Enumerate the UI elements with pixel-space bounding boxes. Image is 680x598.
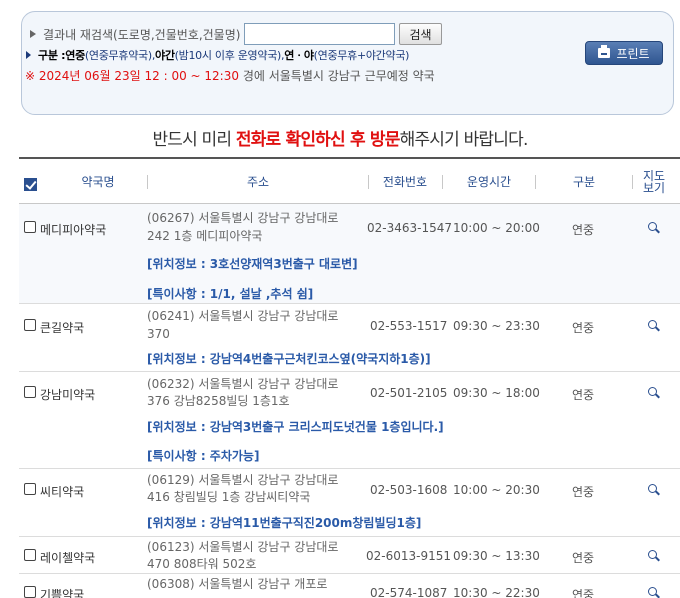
legend-yeon-ya: 연ㆍ야 bbox=[284, 49, 314, 62]
header-hours: 운영시간 bbox=[466, 174, 512, 189]
location-info: [위치정보 : 3호선양재역3번출구 대로변] bbox=[147, 257, 358, 271]
row-checkbox[interactable] bbox=[24, 319, 36, 331]
address-line2: 370 bbox=[147, 327, 170, 341]
header-map-line1: 지도 bbox=[642, 168, 666, 183]
datetime-line: ※ 2024년 06월 23일 12 : 00 ~ 12:30 경에 서울특별시… bbox=[25, 67, 435, 84]
search-button[interactable]: 검색 bbox=[399, 23, 442, 45]
header-type: 구분 bbox=[572, 174, 596, 189]
pharmacy-type: 연중 bbox=[572, 388, 595, 402]
phone: 02-553-1517 bbox=[370, 319, 448, 333]
phone: 02-574-1087 bbox=[370, 586, 448, 598]
pharmacy-type: 연중 bbox=[572, 223, 595, 237]
hours: 10:30 ~ 22:30 bbox=[453, 586, 540, 598]
address-line1: (06129) 서울특별시 강남구 강남대로 bbox=[147, 473, 339, 487]
hours: 09:30 ~ 23:30 bbox=[453, 319, 540, 333]
legend-yagan: 야간 bbox=[155, 49, 175, 62]
legend-yagan-desc: (밤10시 이후 운영약국), bbox=[174, 49, 285, 62]
datetime-rest: 경에 서울특별시 강남구 근무예정 약국 bbox=[239, 69, 435, 83]
legend-yeon-ya-desc: (연중무휴+야간약국) bbox=[313, 49, 410, 62]
re-search-label: 결과내 재검색(도로명,건물번호,건물명) bbox=[43, 27, 241, 42]
pharmacy-name: 메디피아약국 bbox=[40, 223, 107, 237]
print-button[interactable]: 프린트 bbox=[585, 41, 663, 65]
phone: 02-6013-9151 bbox=[366, 549, 452, 563]
map-search-icon[interactable] bbox=[648, 484, 657, 493]
phone: 02-501-2105 bbox=[370, 386, 448, 400]
row-checkbox[interactable] bbox=[24, 386, 36, 398]
pharmacy-type: 연중 bbox=[572, 588, 595, 598]
address-line1: (06232) 서울특별시 강남구 강남대로 bbox=[147, 377, 339, 391]
pharmacy-type: 연중 bbox=[572, 551, 595, 565]
phone: 02-503-1608 bbox=[370, 483, 448, 497]
legend-yeonjung: 연중 bbox=[65, 49, 85, 62]
visit-notice: 반드시 미리 전화로 확인하신 후 방문해주시기 바랍니다. bbox=[0, 125, 680, 150]
pharmacy-type: 연중 bbox=[572, 321, 595, 335]
location-info: [위치정보 : 강남역11번출구직진200m창림빌딩1층] bbox=[147, 516, 422, 530]
header-map-line2: 보기 bbox=[642, 180, 666, 195]
location-info: [위치정보 : 강남역4번출구근처킨코스옆(약국지하1층)] bbox=[147, 352, 431, 366]
select-all-checkbox[interactable] bbox=[24, 178, 37, 191]
table-row: 씨티약국 (06129) 서울특별시 강남구 강남대로 416 창림빌딩 1층 … bbox=[19, 469, 680, 537]
arrow-right-icon bbox=[30, 30, 36, 38]
pharmacy-name: 기쁨약국 bbox=[40, 588, 85, 598]
phone: 02-3463-1547 bbox=[367, 221, 453, 235]
row-checkbox[interactable] bbox=[24, 483, 36, 495]
address-line1: (06267) 서울특별시 강남구 강남대로 bbox=[147, 211, 339, 225]
special-note: [특이사항 : 주차가능] bbox=[147, 449, 260, 463]
notice-before: 반드시 미리 bbox=[152, 130, 236, 150]
map-search-icon[interactable] bbox=[648, 550, 657, 559]
datetime-highlight: ※ 2024년 06월 23일 12 : 00 ~ 12:30 bbox=[25, 69, 239, 83]
table-row: 큰길약국 (06241) 서울특별시 강남구 강남대로 370 02-553-1… bbox=[19, 304, 680, 372]
row-checkbox[interactable] bbox=[24, 549, 36, 561]
hours: 09:30 ~ 18:00 bbox=[453, 386, 540, 400]
hours: 09:30 ~ 13:30 bbox=[453, 549, 540, 563]
address-line2: 376 강남8258빌딩 1층1호 bbox=[147, 394, 290, 408]
map-search-icon[interactable] bbox=[648, 320, 657, 329]
address-line1: (06241) 서울특별시 강남구 강남대로 bbox=[147, 309, 339, 323]
header-address: 주소 bbox=[246, 174, 270, 189]
re-search-row: 결과내 재검색(도로명,건물번호,건물명) 검색 bbox=[30, 23, 442, 45]
pharmacy-name: 레이첼약국 bbox=[40, 551, 96, 565]
hours: 10:00 ~ 20:30 bbox=[453, 483, 540, 497]
header-map: 지도 보기 bbox=[633, 159, 675, 204]
location-info: [위치정보 : 강남역3번출구 크리스피도넛건물 1층입니다.] bbox=[147, 420, 444, 434]
address-line2: 416 창림빌딩 1층 강남씨티약국 bbox=[147, 490, 311, 504]
hours: 10:00 ~ 20:00 bbox=[453, 221, 540, 235]
map-search-icon[interactable] bbox=[648, 587, 657, 596]
arrow-right-icon bbox=[26, 51, 31, 59]
pharmacy-type: 연중 bbox=[572, 485, 595, 499]
print-button-label: 프린트 bbox=[616, 46, 650, 61]
address-line1: (06308) 서울특별시 강남구 개포로 bbox=[147, 577, 328, 591]
type-legend: 구분 : 연중 (연중무휴약국), 야간 (밤10시 이후 운영약국), 연ㆍ야… bbox=[26, 47, 409, 63]
printer-icon bbox=[598, 45, 611, 58]
table-row: 강남미약국 (06232) 서울특별시 강남구 강남대로 376 강남8258빌… bbox=[19, 372, 680, 469]
table-row: 메디피아약국 (06267) 서울특별시 강남구 강남대로 242 1층 메디피… bbox=[19, 204, 680, 304]
pharmacy-name: 강남미약국 bbox=[40, 388, 96, 402]
row-checkbox[interactable] bbox=[24, 221, 36, 233]
header-name: 약국명 bbox=[81, 174, 115, 189]
map-search-icon[interactable] bbox=[648, 387, 657, 396]
row-checkbox[interactable] bbox=[24, 586, 36, 598]
legend-prefix: 구분 : bbox=[38, 49, 66, 62]
notice-after: 해주시기 바랍니다. bbox=[399, 130, 529, 150]
address-line1: (06123) 서울특별시 강남구 강남대로 bbox=[147, 540, 339, 554]
map-search-icon[interactable] bbox=[648, 222, 657, 231]
header-phone: 전화번호 bbox=[382, 174, 428, 189]
table-row: 레이첼약국 (06123) 서울특별시 강남구 강남대로 470 808타워 5… bbox=[19, 537, 680, 574]
re-search-input[interactable] bbox=[244, 23, 396, 45]
special-note: [특이사항 : 1/1, 설날 ,추석 쉼] bbox=[147, 287, 314, 301]
address-line2: 470 808타워 502호 bbox=[147, 557, 257, 571]
table-row: 기쁨약국 (06308) 서울특별시 강남구 개포로 02-574-1087 1… bbox=[19, 574, 680, 598]
pharmacy-name: 씨티약국 bbox=[40, 485, 85, 499]
legend-yeonjung-desc: (연중무휴약국), bbox=[84, 49, 156, 62]
address-line2: 242 1층 메디피아약국 bbox=[147, 229, 263, 243]
pharmacy-name: 큰길약국 bbox=[40, 321, 85, 335]
table-header: 약국명 주소 전화번호 운영시간 구분 지도 보기 bbox=[19, 159, 680, 204]
notice-highlight: 전화로 확인하신 후 방문 bbox=[235, 130, 401, 150]
